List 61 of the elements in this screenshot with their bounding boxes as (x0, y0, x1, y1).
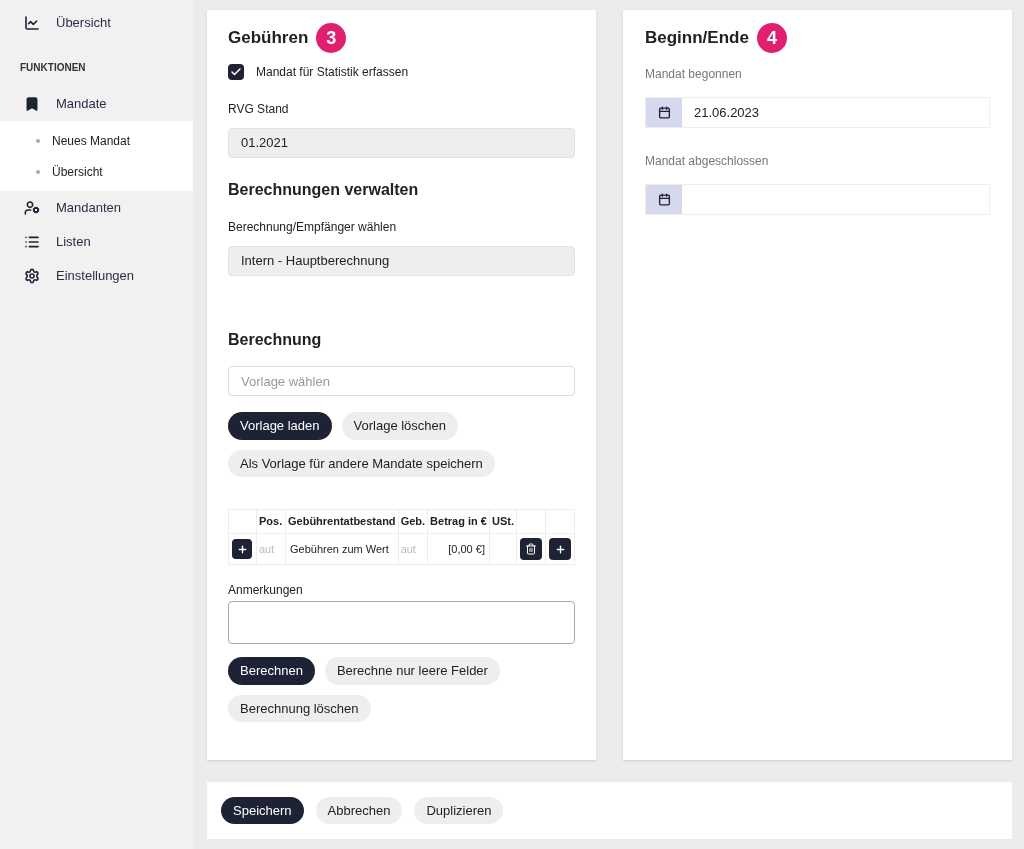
notes-field[interactable] (228, 601, 575, 644)
trash-icon (525, 543, 537, 555)
table-input[interactable]: aut (398, 534, 427, 564)
section-title: Berechnungen verwalten (228, 180, 420, 200)
secondary-button[interactable]: Duplizieren (414, 796, 504, 825)
card-title: Beginn/Ende (645, 27, 749, 50)
table-cell: [0,00 €] (427, 533, 490, 565)
secondary-button[interactable]: Als Vorlage für andere Mandate speichern (228, 449, 495, 477)
submenu-item[interactable]: Neues Mandat (0, 125, 193, 156)
column-header: Geb. (398, 509, 428, 534)
nav-item[interactable]: Übersicht (0, 6, 193, 40)
secondary-button[interactable]: Berechne nur leere Felder (324, 657, 500, 685)
template-field[interactable]: Vorlage wählen (228, 366, 575, 396)
add-row-button[interactable] (232, 539, 252, 559)
column-header: Betrag in € (427, 509, 490, 534)
bullet-icon (36, 138, 40, 143)
list-icon (24, 234, 40, 250)
step-badge: 3 (316, 23, 347, 53)
secondary-button[interactable]: Abbrechen (315, 796, 403, 825)
check-icon (230, 66, 242, 78)
calendar-icon (657, 193, 671, 206)
settings-icon (24, 268, 40, 284)
date-field[interactable]: 21.06.2023 (645, 97, 990, 128)
field-label: Berechnung/Empfänger wählen (228, 219, 398, 236)
primary-button[interactable]: Vorlage laden (228, 412, 332, 440)
chart-icon (24, 15, 40, 31)
card-title: Gebühren (228, 27, 309, 50)
table-input[interactable]: aut (257, 534, 285, 564)
nav-item[interactable]: Mandate (0, 87, 193, 121)
section-title: Berechnung (228, 330, 323, 350)
bookmark-icon (24, 96, 40, 112)
column-header: Gebührentatbestand (285, 509, 399, 534)
plus-icon (236, 543, 248, 555)
select-field[interactable]: Intern - Hauptberechnung (228, 246, 575, 276)
nav-item[interactable]: Mandanten (0, 191, 193, 225)
column-header: USt. (489, 509, 517, 534)
primary-button[interactable]: Speichern (221, 796, 304, 825)
field-label: Mandat begonnen (645, 66, 743, 83)
field-label: Anmerkungen (228, 582, 304, 599)
calendar-icon (657, 106, 671, 119)
plus-icon (554, 543, 566, 555)
table-cell: Gebühren zum Wert (285, 533, 399, 565)
user-icon (24, 200, 40, 216)
secondary-button[interactable]: Berechnung löschen (228, 694, 371, 722)
field-label: RVG Stand (228, 101, 290, 118)
submenu-item[interactable]: Übersicht (0, 156, 193, 187)
checkbox-label: Mandat für Statistik erfassen (256, 64, 409, 81)
checkbox[interactable] (228, 64, 244, 80)
primary-button[interactable]: Berechnen (228, 657, 315, 685)
nav-item[interactable]: Listen (0, 225, 193, 259)
column-header: Pos. (256, 509, 286, 534)
delete-button[interactable] (520, 538, 542, 560)
date-field[interactable] (645, 184, 990, 215)
step-badge: 4 (756, 23, 787, 53)
field-label: Mandat abgeschlossen (645, 153, 770, 170)
add-row-button[interactable] (549, 538, 571, 560)
nav-item[interactable]: Einstellungen (0, 259, 193, 293)
bullet-icon (36, 169, 40, 174)
section-header: FUNKTIONEN (19, 61, 87, 75)
select-field[interactable]: 01.2021 (228, 128, 575, 158)
secondary-button[interactable]: Vorlage löschen (341, 412, 459, 440)
